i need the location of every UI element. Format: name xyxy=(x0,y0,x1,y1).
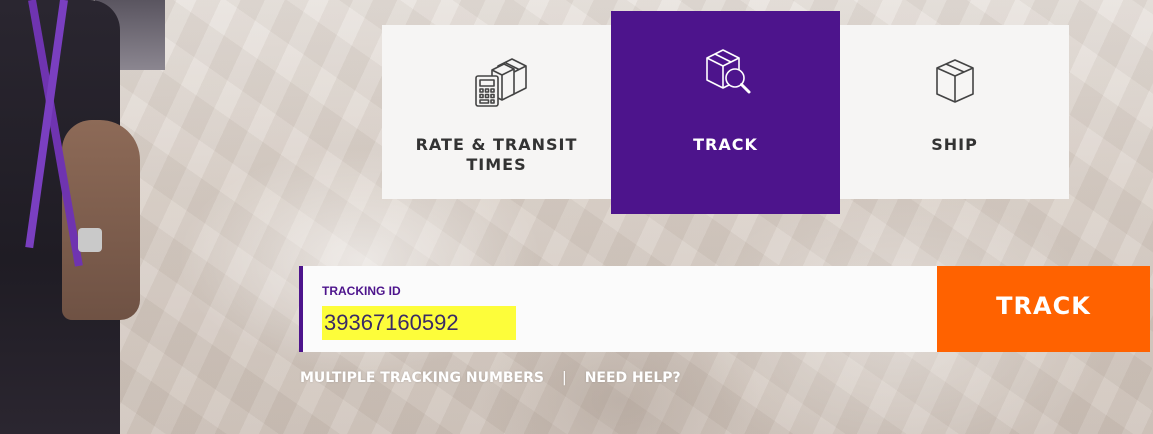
tab-ship-label: SHIP xyxy=(931,135,978,154)
box-icon xyxy=(920,54,990,110)
tracking-id-field[interactable]: TRACKING ID xyxy=(299,266,937,352)
multiple-tracking-numbers-link[interactable]: MULTIPLE TRACKING NUMBERS xyxy=(300,370,544,386)
tab-rate-transit[interactable]: RATE & TRANSIT TIMES xyxy=(382,25,611,199)
tracking-id-label: TRACKING ID xyxy=(322,284,401,298)
tab-track[interactable]: TRACK xyxy=(611,11,840,214)
box-magnifier-icon xyxy=(691,44,761,100)
tab-ship[interactable]: SHIP xyxy=(840,25,1069,199)
tracking-links: MULTIPLE TRACKING NUMBERS | NEED HELP? xyxy=(300,368,681,388)
hero-photo-badge-clip xyxy=(78,228,102,252)
tracking-id-input[interactable] xyxy=(322,306,516,340)
track-button[interactable]: TRACK xyxy=(937,266,1150,352)
tab-track-label: TRACK xyxy=(693,135,758,154)
need-help-link[interactable]: NEED HELP? xyxy=(585,370,681,386)
tab-rate-transit-label: RATE & TRANSIT TIMES xyxy=(415,135,578,174)
calculator-box-icon xyxy=(462,54,532,110)
links-separator: | xyxy=(561,370,567,386)
hero-photo-person xyxy=(0,0,165,434)
